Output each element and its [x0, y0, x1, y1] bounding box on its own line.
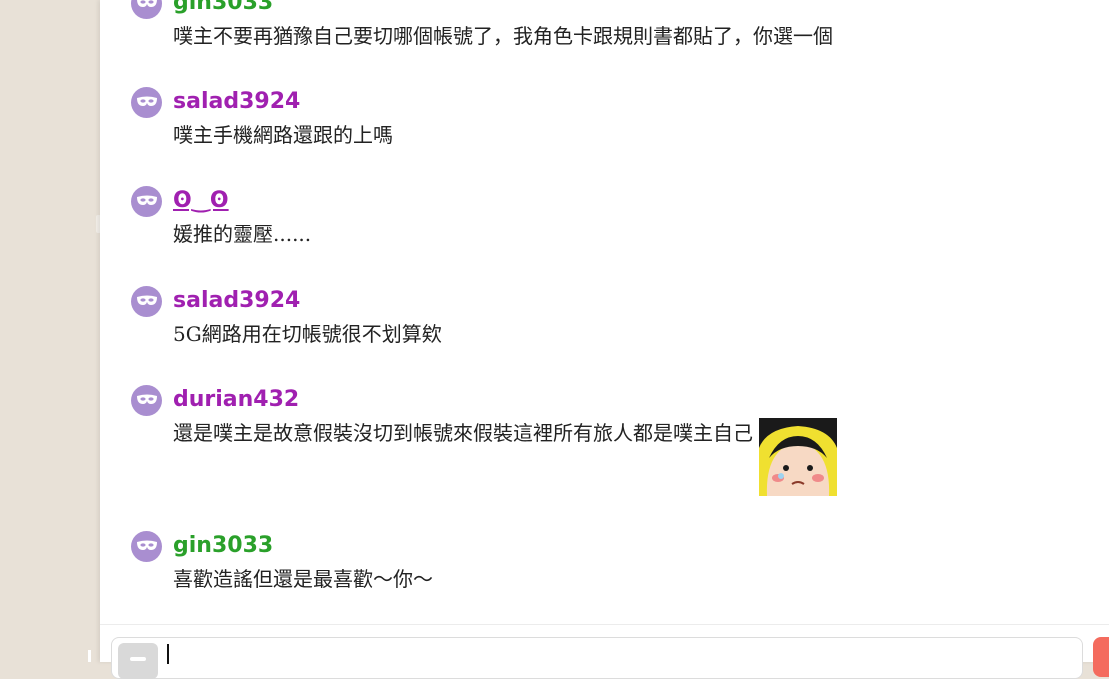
comment-text-row: 還是噗主是故意假裝沒切到帳號來假裝這裡所有旅人都是噗主自己 [173, 418, 837, 496]
reply-input[interactable] [111, 637, 1083, 679]
left-background [0, 0, 100, 662]
username-link[interactable]: salad3924 [173, 87, 300, 117]
anonymous-mask-icon [131, 384, 162, 416]
username-link[interactable]: gin3033 [173, 531, 273, 561]
comment-item: durian432 還是噗主是故意假裝沒切到帳號來假裝這裡所有旅人都是噗主自己 [131, 384, 837, 496]
anonymous-mask-icon [131, 185, 162, 217]
send-button[interactable] [1093, 637, 1109, 677]
comment-text: 噗主不要再猶豫自己要切哪個帳號了，我角色卡跟規則書都貼了，你選一個 [173, 24, 833, 48]
username-link[interactable]: ʘ‿ʘ [173, 186, 229, 216]
comment-item: salad3924 噗主手機網路還跟的上嗎 [131, 86, 393, 148]
comment-text: 喜歡造謠但還是最喜歡～你～ [173, 567, 433, 591]
comment-item: gin3033 噗主不要再猶豫自己要切哪個帳號了，我角色卡跟規則書都貼了，你選一… [131, 0, 833, 49]
toolbox-icon[interactable] [118, 643, 158, 679]
anonymous-mask-icon [131, 86, 162, 118]
comment-text: 還是噗主是故意假裝沒切到帳號來假裝這裡所有旅人都是噗主自己 [173, 421, 753, 445]
username-link[interactable]: gin3033 [173, 0, 273, 18]
comment-item: salad3924 5G網路用在切帳號很不划算欸 [131, 285, 442, 347]
anonymous-mask-icon [131, 285, 162, 317]
comment-text: 噗主手機網路還跟的上嗎 [173, 123, 393, 147]
crying-girl-sticker [759, 418, 837, 496]
username-link[interactable]: durian432 [173, 385, 299, 415]
anonymous-mask-icon [131, 0, 162, 19]
username-link[interactable]: salad3924 [173, 286, 300, 316]
comment-item: gin3033 喜歡造謠但還是最喜歡～你～ [131, 530, 433, 592]
comment-text: 5G網路用在切帳號很不划算欸 [173, 322, 442, 346]
input-divider [100, 624, 1109, 625]
left-edge-mark [88, 650, 91, 662]
plurk-response-panel: gin3033 噗主不要再猶豫自己要切哪個帳號了，我角色卡跟規則書都貼了，你選一… [100, 0, 1109, 679]
comment-text: 媛推的靈壓...... [173, 222, 312, 246]
comment-item: ʘ‿ʘ 媛推的靈壓...... [131, 185, 312, 247]
anonymous-mask-icon [131, 530, 162, 562]
text-caret [167, 644, 169, 664]
